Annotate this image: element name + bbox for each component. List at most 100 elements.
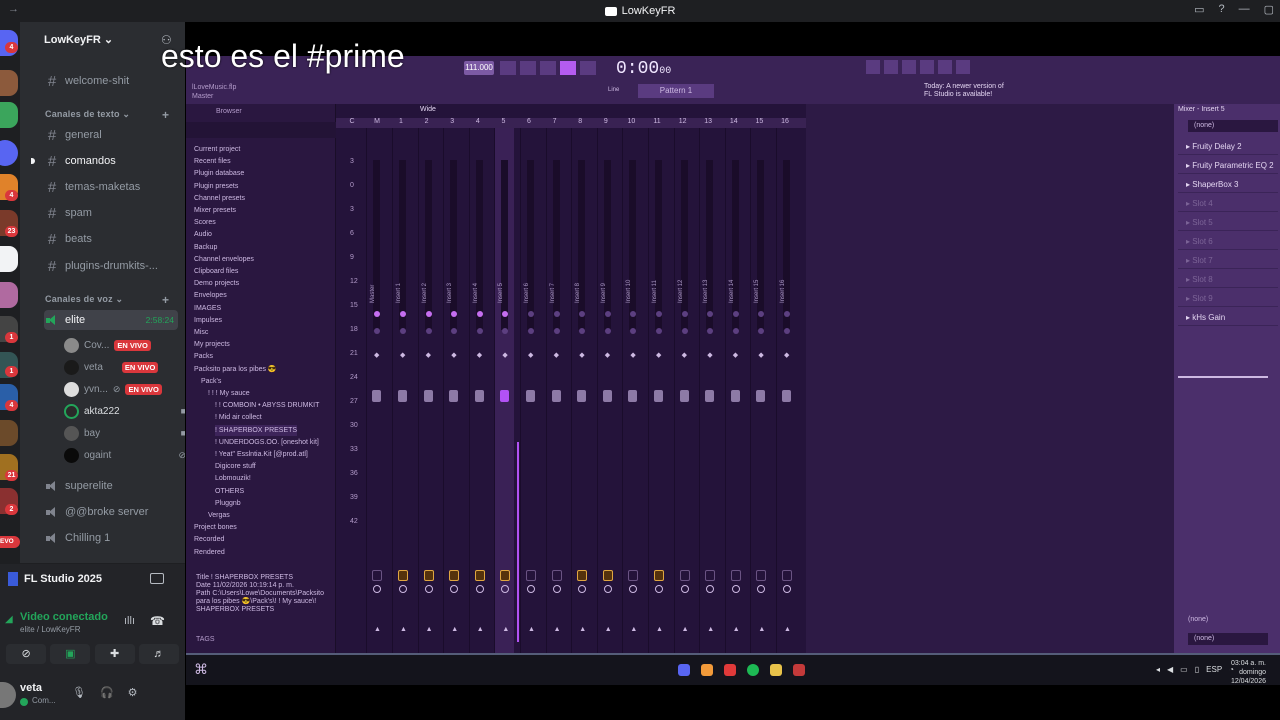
fx-slot-indicator[interactable] [705,570,716,581]
volume-fader[interactable] [577,390,587,402]
browser-item[interactable]: Pluggnb [215,498,241,509]
browser-item[interactable]: Audio [194,229,212,240]
browser-item[interactable]: IMAGES [194,303,221,314]
browser-tabs[interactable] [186,122,336,138]
route-dot[interactable] [553,311,560,317]
browser-item[interactable]: Plugin database [194,168,244,179]
fx-slot-indicator[interactable] [602,570,613,581]
voice-user[interactable]: bay ■ [64,423,185,443]
volume-fader[interactable] [782,390,791,402]
route-dot[interactable] [476,311,483,317]
add-channel-icon[interactable]: + [162,108,169,122]
clock[interactable]: 03:04 a. m. domingo 12/04/2026 [1231,659,1266,686]
fx-slot-indicator[interactable] [654,570,664,581]
browser-item[interactable]: Packs [194,351,213,362]
browser-item[interactable]: ! SHAPERBOX PRESETS [215,424,298,436]
pan-knob[interactable] [502,328,509,334]
fx-slot-indicator[interactable] [551,570,562,581]
soundboard-button[interactable]: ♬ [138,644,179,664]
browser-item[interactable]: My projects [194,339,230,350]
fx-slot-indicator[interactable] [782,570,792,581]
voice-channel-chilling-1[interactable]: Chilling 1 [44,528,178,548]
browser-item[interactable]: Packsito para los pibes 😎 [194,364,277,375]
fx-slot-indicator[interactable] [628,570,639,581]
send-knob[interactable] [527,585,535,593]
route-arrow-icon[interactable]: ▲ [451,626,458,633]
stereo-icon[interactable]: ◆ [400,351,405,359]
send-knob[interactable] [424,585,433,593]
route-arrow-icon[interactable]: ▲ [554,626,561,633]
text-category[interactable]: Canales de texto ⌄ + [45,108,169,122]
step-edit-icon[interactable] [560,61,576,75]
voice-user[interactable]: yvn... ⊘ EN VIVO [64,379,185,399]
mixer-strip[interactable]: Insert 6 ◆ ▲ [520,128,540,653]
route-dot[interactable] [732,311,739,317]
route-dot[interactable] [604,311,611,317]
voice-user[interactable]: ogaint ⊘ [64,445,185,465]
route-arrow-icon[interactable]: ▲ [784,626,791,633]
route-arrow-icon[interactable]: ▲ [758,626,765,633]
headphones-icon[interactable]: 🎧 [100,686,114,699]
route-arrow-icon[interactable]: ▲ [374,626,381,633]
mixer-strip[interactable]: Insert 16 ◆ ▲ [776,128,796,653]
channel-beats[interactable]: # beats [44,229,178,249]
volume-fader[interactable] [602,390,612,402]
stereo-icon[interactable]: ◆ [374,351,379,359]
browser-item[interactable]: Impulses [194,315,222,326]
send-knob[interactable] [603,585,612,593]
volume-fader[interactable] [730,390,740,402]
server-icon[interactable] [0,420,18,446]
volume-fader[interactable] [756,390,766,402]
browser-item[interactable]: Rendered [194,547,225,558]
stream-icon[interactable] [150,573,164,584]
browser-item[interactable]: Recent files [194,156,231,167]
fx-slot[interactable]: ▸ kHs Gain [1178,309,1278,326]
fx-slot[interactable]: ▸ Slot 5 [1178,214,1278,231]
route-arrow-icon[interactable]: ▲ [605,626,612,633]
fx-slot[interactable]: ▸ Fruity Delay 2 [1178,138,1278,155]
server-icon[interactable] [0,140,18,166]
brave-taskbar-icon[interactable] [724,664,736,676]
browser-item[interactable]: Current project [194,144,240,155]
route-arrow-icon[interactable]: ▲ [733,626,740,633]
send-knob[interactable] [680,585,689,593]
user-name[interactable]: veta [20,682,42,694]
browser-item[interactable]: ! UNDERDOGS.OO. [oneshot kit] [215,437,319,448]
volume-fader[interactable] [500,390,510,402]
output-selector[interactable]: (none) [1188,614,1268,626]
volume-fader[interactable] [449,390,459,402]
language-indicator[interactable]: ESP [1206,665,1222,674]
stereo-icon[interactable]: ◆ [682,351,687,359]
network-icon[interactable]: ▭ [1180,665,1188,674]
mixer-strip[interactable]: Insert 8 ◆ ▲ [571,128,591,653]
mixer-strip[interactable]: Insert 15 ◆ ▲ [750,128,770,653]
volume-icon[interactable]: ◀ [1167,665,1173,674]
route-dot[interactable] [681,311,688,317]
browser-item[interactable]: Demo projects [194,278,239,289]
minimize-icon[interactable]: — [1239,3,1250,16]
channel-spam[interactable]: # spam [44,203,178,223]
volume-fader[interactable] [628,390,638,402]
volume-fader[interactable] [526,390,535,402]
route-arrow-icon[interactable]: ▲ [579,626,586,633]
save-icon[interactable] [938,60,952,74]
snap-selector[interactable]: Line [608,87,619,93]
fx-slot-indicator[interactable] [526,570,536,581]
route-arrow-icon[interactable]: ▲ [630,626,637,633]
pattern-selector[interactable]: Pattern 1 [638,84,714,98]
pan-knob[interactable] [528,328,534,334]
browser-item[interactable]: Lobmouzik! [215,473,251,484]
stereo-icon[interactable]: ◆ [630,351,635,359]
fx-slot-indicator[interactable] [474,570,485,581]
input-selector[interactable]: (none) [1188,120,1278,132]
stereo-icon[interactable]: ◆ [758,351,763,359]
help-icon[interactable]: ? [1218,3,1224,16]
stereo-icon[interactable]: ◆ [528,351,533,359]
route-dot[interactable] [374,311,380,317]
browser-item[interactable]: ! ! COMBOIN • ABYSS DRUMKIT [215,400,319,411]
volume-fader[interactable] [474,390,484,402]
voice-user[interactable]: veta EN VIVO [64,357,185,377]
volume-fader[interactable] [679,390,689,402]
voice-channel-elite[interactable]: elite 2:58:24 [44,310,178,330]
pan-knob[interactable] [400,328,406,334]
